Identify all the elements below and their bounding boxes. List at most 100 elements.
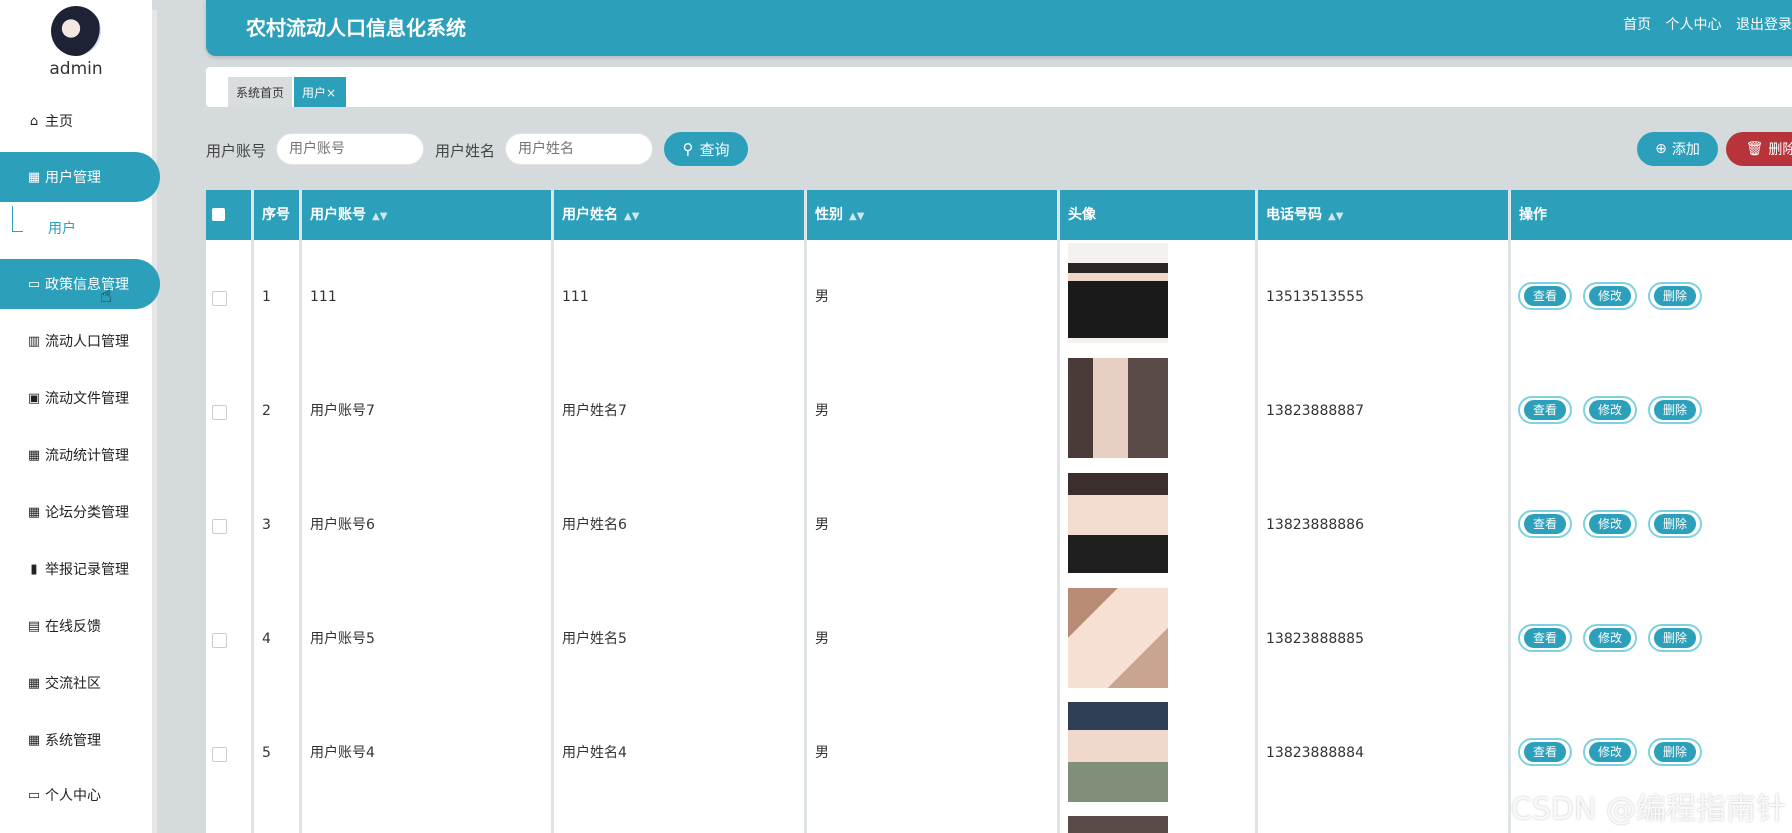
column-header-name[interactable]: 用户姓名 ▲▼ (554, 190, 639, 240)
row-checkbox[interactable] (212, 747, 227, 762)
sort-icon: ▲▼ (849, 211, 865, 222)
user-avatar-photo[interactable] (1068, 588, 1168, 688)
select-all-checkbox[interactable] (212, 208, 225, 221)
sidebar-item-home[interactable]: ⌂ 主页 (0, 96, 160, 146)
view-button[interactable]: 查看 (1518, 396, 1572, 424)
name-search-input[interactable] (505, 133, 653, 165)
table-row: 2 用户账号7 用户姓名7 男 13823888887 查看 修改 删除 (206, 354, 1792, 468)
user-avatar-photo[interactable] (1068, 358, 1168, 458)
table-row: 3 用户账号6 用户姓名6 男 13823888886 查看 修改 删除 (206, 468, 1792, 582)
avatar (51, 6, 101, 56)
sidebar-item-label: 论坛分类管理 (45, 505, 129, 521)
user-avatar-photo[interactable] (1068, 702, 1168, 802)
view-button-label: 查看 (1524, 742, 1566, 762)
row-checkbox[interactable] (212, 519, 227, 534)
sidebar-item-floating-population[interactable]: ▥ 流动人口管理 (0, 316, 160, 366)
cell-name: 用户姓名4 (562, 745, 627, 761)
cell-name: 用户姓名7 (562, 403, 627, 419)
header-link-home[interactable]: 首页 (1623, 17, 1651, 33)
delete-row-button[interactable]: 删除 (1648, 396, 1702, 424)
header-links: 首页 个人中心 退出登录 (1613, 14, 1792, 34)
bar-chart-icon: ▮ (30, 561, 38, 577)
delete-row-button-label: 删除 (1654, 400, 1696, 420)
cell-account: 用户账号5 (310, 631, 375, 647)
user-avatar-photo[interactable] (1068, 816, 1168, 833)
cell-account: 用户账号4 (310, 745, 375, 761)
sidebar-item-label: 流动人口管理 (45, 334, 129, 350)
sidebar-item-profile[interactable]: ▭ 个人中心 (0, 770, 160, 820)
submenu-connector (12, 206, 23, 232)
sidebar-item-feedback[interactable]: ▤ 在线反馈 (0, 601, 160, 651)
row-checkbox[interactable] (212, 405, 227, 420)
sidebar-item-community[interactable]: ▦ 交流社区 (0, 658, 160, 708)
grid-icon: ▦ (27, 169, 41, 185)
monitor-icon: ▭ (27, 276, 41, 292)
sidebar-item-forum-category[interactable]: ▦ 论坛分类管理 (0, 487, 160, 537)
table-row: 4 用户账号5 用户姓名5 男 13823888885 查看 修改 删除 (206, 582, 1792, 696)
cell-gender: 男 (815, 517, 829, 533)
view-button[interactable]: 查看 (1518, 738, 1572, 766)
view-button-label: 查看 (1524, 286, 1566, 306)
user-avatar-photo[interactable] (1068, 473, 1168, 573)
sidebar-item-label: 主页 (45, 114, 73, 130)
sidebar-item-floating-stats[interactable]: ▦ 流动统计管理 (0, 430, 160, 480)
sidebar-item-label: 用户管理 (45, 170, 101, 186)
delete-row-button[interactable]: 删除 (1648, 282, 1702, 310)
sidebar-item-floating-files[interactable]: ▣ 流动文件管理 (0, 373, 160, 423)
add-button[interactable]: ⊕ 添加 (1637, 132, 1718, 166)
query-button[interactable]: ⚲ 查询 (664, 132, 748, 166)
cell-index: 4 (262, 631, 271, 647)
trash-icon: 🗑 (1745, 141, 1764, 157)
sidebar-item-user-management[interactable]: ▦ 用户管理 (0, 152, 160, 202)
sidebar-item-label: 政策信息管理 (45, 277, 129, 293)
row-checkbox[interactable] (212, 633, 227, 648)
view-button[interactable]: 查看 (1518, 510, 1572, 538)
tab-system-home[interactable]: 系统首页 (228, 77, 292, 107)
column-header-account[interactable]: 用户账号 ▲▼ (302, 190, 387, 240)
view-button[interactable]: 查看 (1518, 282, 1572, 310)
sidebar-item-label: 流动统计管理 (45, 448, 129, 464)
edit-button[interactable]: 修改 (1583, 738, 1637, 766)
column-header-actions: 操作 (1519, 207, 1547, 223)
column-header-phone[interactable]: 电话号码 ▲▼ (1258, 190, 1343, 240)
sidebar-subitem-user[interactable]: 用户 (48, 218, 76, 238)
grid-icon: ▦ (27, 732, 41, 748)
column-header-gender[interactable]: 性别 ▲▼ (807, 190, 864, 240)
sidebar-item-report-records[interactable]: ▮ 举报记录管理 (0, 544, 160, 594)
header-link-profile[interactable]: 个人中心 (1666, 17, 1722, 33)
grid-icon: ▦ (27, 675, 41, 691)
cell-name: 用户姓名5 (562, 631, 627, 647)
delete-row-button-label: 删除 (1654, 742, 1696, 762)
column-header-index: 序号 (262, 207, 290, 223)
cell-phone: 13823888887 (1266, 403, 1364, 419)
account-search-input[interactable] (276, 133, 424, 165)
sidebar-item-system[interactable]: ▦ 系统管理 (0, 715, 160, 765)
cell-name: 用户姓名6 (562, 517, 627, 533)
sidebar-item-label: 系统管理 (45, 733, 101, 749)
cell-index: 5 (262, 745, 271, 761)
row-checkbox[interactable] (212, 291, 227, 306)
cell-account: 111 (310, 289, 337, 305)
edit-button[interactable]: 修改 (1583, 624, 1637, 652)
edit-button[interactable]: 修改 (1583, 282, 1637, 310)
delete-row-button[interactable]: 删除 (1648, 738, 1702, 766)
user-avatar-photo[interactable] (1068, 243, 1168, 343)
sidebar-item-label: 举报记录管理 (45, 562, 129, 578)
sidebar-item-policy-management[interactable]: ▭ 政策信息管理 (0, 259, 160, 309)
library-icon: ▥ (27, 333, 41, 349)
edit-button-label: 修改 (1589, 628, 1631, 648)
delete-button[interactable]: 🗑 删除 (1726, 132, 1792, 166)
delete-row-button[interactable]: 删除 (1648, 624, 1702, 652)
edit-button[interactable]: 修改 (1583, 510, 1637, 538)
view-button[interactable]: 查看 (1518, 624, 1572, 652)
name-label: 用户姓名 (435, 142, 496, 160)
cell-index: 3 (262, 517, 271, 533)
tab-user[interactable]: 用户× (294, 77, 346, 107)
delete-row-button[interactable]: 删除 (1648, 510, 1702, 538)
sidebar-item-label: 在线反馈 (45, 619, 101, 635)
edit-button[interactable]: 修改 (1583, 396, 1637, 424)
sidebar-item-label: 交流社区 (45, 676, 101, 692)
edit-button-label: 修改 (1589, 286, 1631, 306)
cell-name: 111 (562, 289, 589, 305)
header-link-logout[interactable]: 退出登录 (1736, 17, 1792, 33)
